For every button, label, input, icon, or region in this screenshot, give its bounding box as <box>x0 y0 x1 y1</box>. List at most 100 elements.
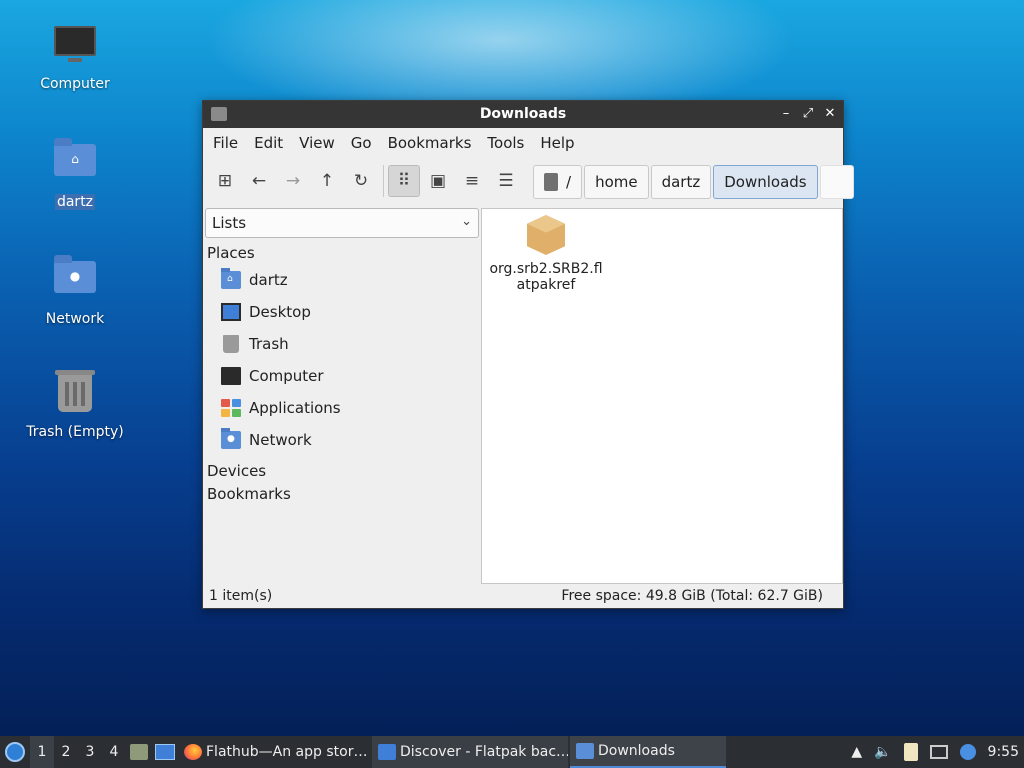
file-item[interactable]: org.srb2.SRB2.flatpakref <box>488 215 604 293</box>
image-icon: ▣ <box>429 171 447 191</box>
update-notifier-icon[interactable] <box>959 744 976 760</box>
desktop-icon-trash[interactable]: Trash (Empty) <box>10 370 140 440</box>
arrow-up-icon: ↑ <box>319 171 335 191</box>
volume-icon[interactable]: 🔈 <box>874 744 891 760</box>
maximize-button[interactable]: ⤢ <box>799 105 817 123</box>
menu-tools[interactable]: Tools <box>479 134 532 152</box>
workspace-1[interactable]: 1 <box>30 736 54 768</box>
free-space: Free space: 49.8 GiB (Total: 62.7 GiB) <box>561 588 823 604</box>
firefox-icon <box>184 744 202 760</box>
place-item-trash[interactable]: Trash <box>205 328 479 360</box>
list-icon: ≡ <box>464 171 480 191</box>
reload-icon: ↻ <box>353 171 369 191</box>
workspace-4[interactable]: 4 <box>102 736 126 768</box>
new-window-button[interactable]: ⊞ <box>209 165 241 197</box>
folder-icon <box>576 743 594 759</box>
menu-bar: File Edit View Go Bookmarks Tools Help <box>203 128 843 158</box>
network-folder-icon: ● <box>53 255 97 305</box>
file-name: org.srb2.SRB2.flatpakref <box>489 261 603 293</box>
workspace-2[interactable]: 2 <box>54 736 78 768</box>
menu-view[interactable]: View <box>291 134 343 152</box>
computer-icon <box>221 367 241 385</box>
close-button[interactable]: ✕ <box>821 105 839 123</box>
place-item-dartz[interactable]: ⌂ dartz <box>205 264 479 296</box>
breadcrumb-root[interactable]: / <box>533 165 583 199</box>
place-item-desktop[interactable]: Desktop <box>205 296 479 328</box>
breadcrumb-dartz[interactable]: dartz <box>650 165 712 199</box>
thumbnail-view-button[interactable]: ▣ <box>422 165 454 197</box>
network-wired-icon[interactable] <box>929 745 948 759</box>
place-label: Trash <box>249 335 289 353</box>
toolbar-separator <box>383 165 384 197</box>
workspace-3[interactable]: 3 <box>78 736 102 768</box>
start-menu-button[interactable] <box>0 736 30 768</box>
task-discover[interactable]: Discover - Flatpak bac… <box>372 736 568 768</box>
detail-list-icon: ☰ <box>498 171 514 191</box>
file-view[interactable]: org.srb2.SRB2.flatpakref <box>481 208 843 584</box>
menu-help[interactable]: Help <box>532 134 582 152</box>
desktop-icon-home[interactable]: ⌂ dartz <box>10 136 140 210</box>
package-icon <box>527 215 565 255</box>
forward-button[interactable]: → <box>277 165 309 197</box>
status-bar: 1 item(s) Free space: 49.8 GiB (Total: 6… <box>203 584 843 608</box>
place-item-network[interactable]: ● Network <box>205 424 479 456</box>
icon-view-button[interactable]: ⠿ <box>388 165 420 197</box>
arrow-right-icon: → <box>285 171 301 191</box>
chevron-down-icon: ⌄ <box>461 214 472 229</box>
reload-button[interactable]: ↻ <box>345 165 377 197</box>
breadcrumb-downloads[interactable]: Downloads <box>713 165 818 199</box>
applications-icon <box>221 399 241 417</box>
file-manager-launcher[interactable] <box>126 736 152 768</box>
back-button[interactable]: ← <box>243 165 275 197</box>
task-firefox[interactable]: Flathub—An app stor… <box>178 736 370 768</box>
system-tray: ▲ 🔈 9:55 <box>845 736 1024 768</box>
computer-icon <box>53 26 97 70</box>
side-panel: Lists ⌄ Places ⌂ dartz Desktop Trash Com… <box>205 208 479 584</box>
desktop-icon <box>155 744 175 760</box>
trash-icon <box>223 335 239 353</box>
desktop-icon-label: dartz <box>54 194 96 210</box>
clock[interactable]: 9:55 <box>988 744 1019 760</box>
title-bar[interactable]: Downloads – ⤢ ✕ <box>203 101 843 128</box>
new-window-icon: ⊞ <box>217 171 233 191</box>
show-desktop-button[interactable] <box>152 736 178 768</box>
place-item-applications[interactable]: Applications <box>205 392 479 424</box>
file-manager-icon <box>130 744 148 760</box>
clipboard-icon[interactable] <box>903 743 918 761</box>
task-label: Discover - Flatpak bac… <box>400 744 568 760</box>
places-header: Places <box>207 244 255 262</box>
menu-go[interactable]: Go <box>343 134 380 152</box>
desktop-icon-computer[interactable]: Computer <box>10 20 140 92</box>
detailed-view-button[interactable]: ☰ <box>490 165 522 197</box>
home-folder-icon: ⌂ <box>53 138 97 188</box>
window-title: Downloads <box>479 106 567 122</box>
tray-arrow-icon[interactable]: ▲ <box>851 744 862 760</box>
breadcrumb-home[interactable]: home <box>584 165 649 199</box>
desktop-icon-network[interactable]: ● Network <box>10 253 140 327</box>
place-label: dartz <box>249 271 288 289</box>
desktop-icon <box>221 303 241 321</box>
menu-edit[interactable]: Edit <box>246 134 291 152</box>
breadcrumb: / home dartz Downloads <box>533 165 856 199</box>
side-panel-mode-select[interactable]: Lists ⌄ <box>205 208 479 238</box>
file-manager-window: Downloads – ⤢ ✕ File Edit View Go Bookma… <box>202 100 854 609</box>
menu-bookmarks[interactable]: Bookmarks <box>380 134 480 152</box>
task-label: Downloads <box>598 743 675 759</box>
place-item-computer[interactable]: Computer <box>205 360 479 392</box>
minimize-button[interactable]: – <box>777 105 795 123</box>
task-downloads[interactable]: Downloads <box>570 736 726 768</box>
desktop-icon-label: Computer <box>40 76 110 92</box>
devices-header[interactable]: Devices <box>205 462 479 482</box>
home-folder-icon: ⌂ <box>221 268 241 289</box>
toolbar: ⊞ ← → ↑ ↻ ⠿ ▣ ≡ ☰ / home dartz Downloads <box>203 158 854 204</box>
compact-view-button[interactable]: ≡ <box>456 165 488 197</box>
arrow-left-icon: ← <box>251 171 267 191</box>
menu-file[interactable]: File <box>205 134 246 152</box>
network-folder-icon: ● <box>221 428 241 449</box>
bookmarks-header[interactable]: Bookmarks <box>205 485 479 505</box>
taskbar: 1 2 3 4 Flathub—An app stor… Discover - … <box>0 736 1024 768</box>
breadcrumb-label: / <box>566 173 572 191</box>
place-label: Network <box>249 431 312 449</box>
discover-icon <box>378 744 396 760</box>
up-button[interactable]: ↑ <box>311 165 343 197</box>
